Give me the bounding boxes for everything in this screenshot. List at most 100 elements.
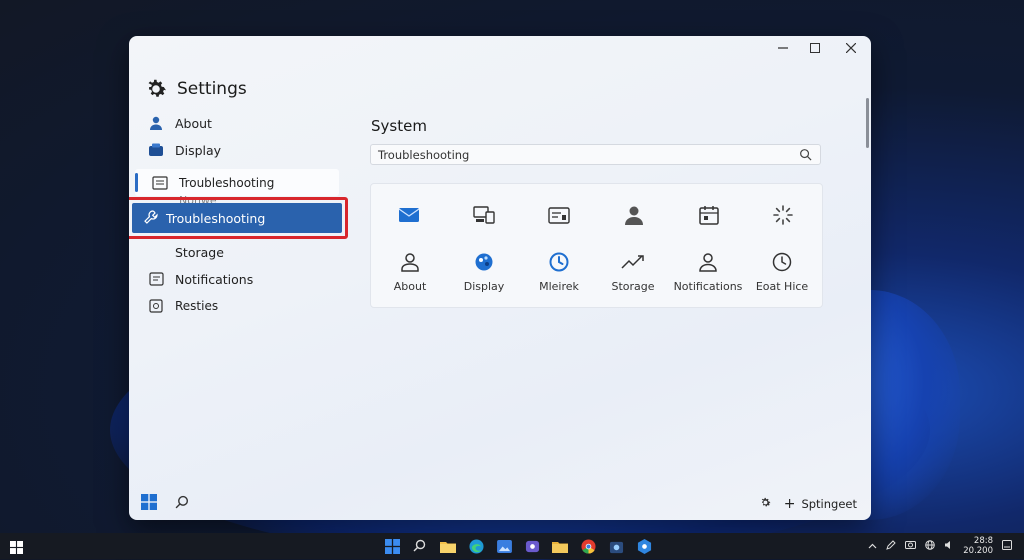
clock-date: 20.200 (963, 546, 993, 556)
sidebar-item-notifications[interactable]: Notifications (147, 267, 253, 291)
sidebar-item-label: Troubleshooting (179, 176, 275, 190)
gear-icon (148, 79, 166, 97)
edge-icon (468, 538, 484, 554)
person-outline-icon (398, 250, 422, 274)
chrome-icon (580, 538, 596, 554)
notifications-icon (147, 270, 165, 288)
close-button[interactable] (833, 36, 869, 60)
search-icon[interactable] (175, 495, 190, 514)
tile-label: Mleirek (539, 280, 579, 293)
file-explorer-button[interactable] (439, 537, 457, 555)
clock-outline-icon (770, 250, 794, 274)
minimize-button[interactable] (765, 36, 801, 60)
teams-button[interactable] (523, 537, 541, 555)
sidebar-item-label: Storage (175, 244, 224, 260)
tile-label: About (393, 280, 427, 293)
tile-label: Notifications (673, 280, 743, 293)
notification-center-icon[interactable] (1002, 539, 1012, 553)
clock-icon (547, 250, 571, 274)
maximize-icon (810, 43, 820, 53)
tile-about[interactable]: About (375, 250, 445, 293)
maximize-button[interactable] (797, 36, 833, 60)
tile-mleirek[interactable]: Mleirek (524, 250, 594, 293)
sidebar-item-selected[interactable]: Troubleshooting (129, 197, 348, 239)
clock[interactable]: 28:8 20.200 (963, 536, 993, 556)
tile-display[interactable]: Display (449, 250, 519, 293)
system-tray: 28:8 20.200 (868, 536, 1012, 556)
settings-window: Settings About Display Troubleshooting N… (129, 36, 871, 520)
pen-icon[interactable] (886, 539, 896, 553)
taskbar-search-button[interactable] (411, 537, 429, 555)
calendar-icon[interactable] (697, 203, 721, 227)
photos-button[interactable] (495, 537, 513, 555)
plus-icon: + (783, 496, 796, 512)
sidebar-item-about[interactable]: About (147, 111, 212, 135)
windows-icon[interactable] (141, 494, 157, 514)
add-button-label: Sptingeet (801, 497, 857, 511)
image-icon (496, 539, 512, 553)
windows-logo-icon (10, 541, 23, 554)
start-menu-button[interactable] (383, 537, 401, 555)
display-icon (147, 141, 165, 159)
minimize-icon (778, 47, 788, 49)
volume-icon[interactable] (944, 540, 954, 553)
search-icon[interactable] (799, 148, 812, 161)
sidebar-item-label: About (175, 115, 212, 131)
devices-icon[interactable] (472, 203, 496, 227)
sidebar-item-resties[interactable]: Resties (147, 294, 218, 318)
chat-icon (525, 540, 539, 552)
store-button[interactable] (607, 537, 625, 555)
tile-storage[interactable]: Storage (598, 250, 668, 293)
sidebar-item-label: Troubleshooting (166, 210, 266, 226)
app-title-text: Settings (177, 79, 247, 99)
storage-icon (147, 243, 165, 261)
sidebar-item-storage[interactable]: Storage (147, 240, 224, 264)
tile-notifications[interactable]: Notifications (673, 250, 743, 293)
selected-item-fill: Troubleshooting (132, 203, 342, 233)
sidebar-item-label: Resties (175, 299, 219, 313)
app-title: Settings (143, 76, 247, 102)
id-card-icon[interactable] (547, 203, 571, 227)
chevron-up-icon[interactable] (868, 541, 877, 552)
bottom-left-actions (141, 494, 190, 514)
clock-time: 28:8 (973, 536, 993, 546)
search-icon (413, 539, 426, 552)
sidebar-item-label: Display (175, 142, 222, 158)
trend-icon (621, 250, 645, 274)
loading-icon[interactable] (771, 203, 795, 227)
settings-icon (637, 538, 651, 554)
edge-button[interactable] (467, 537, 485, 555)
scrollbar[interactable] (866, 98, 869, 148)
user-icon[interactable] (622, 203, 646, 227)
list-icon (151, 174, 169, 192)
settings-tile-grid: About Display Mleirek Storage Notificati… (370, 183, 823, 308)
close-icon (846, 43, 856, 53)
add-button[interactable]: + Sptingeet (784, 496, 857, 512)
person-icon (696, 250, 720, 274)
tile-eoat-hice[interactable]: Eoat Hice (747, 250, 817, 293)
folder-button[interactable] (551, 537, 569, 555)
sidebar-item-display[interactable]: Display (147, 138, 221, 162)
taskbar: 28:8 20.200 (0, 533, 1024, 559)
search-input[interactable]: Troubleshooting (370, 144, 821, 165)
camera-icon[interactable] (905, 540, 917, 552)
folder-icon (440, 541, 456, 553)
chrome-button[interactable] (579, 537, 597, 555)
mail-icon[interactable] (397, 203, 421, 227)
windows-icon (384, 538, 400, 554)
tile-label: Display (463, 280, 505, 293)
taskbar-apps (383, 537, 653, 555)
palette-icon (472, 250, 496, 274)
settings-app-button[interactable] (635, 537, 653, 555)
tile-label: Eoat Hice (755, 280, 809, 293)
store-icon (609, 541, 623, 553)
tile-label: Storage (611, 280, 655, 293)
bottom-right-actions: + Sptingeet (759, 496, 857, 512)
search-value: Troubleshooting (378, 147, 470, 162)
page-title: System (371, 117, 427, 135)
settings-icon[interactable] (759, 496, 772, 512)
sidebar-item-troubleshooting[interactable]: Troubleshooting (151, 171, 274, 195)
start-button[interactable] (10, 539, 23, 558)
sidebar-item-label: Notifications (175, 271, 254, 287)
globe-icon[interactable] (925, 539, 936, 553)
